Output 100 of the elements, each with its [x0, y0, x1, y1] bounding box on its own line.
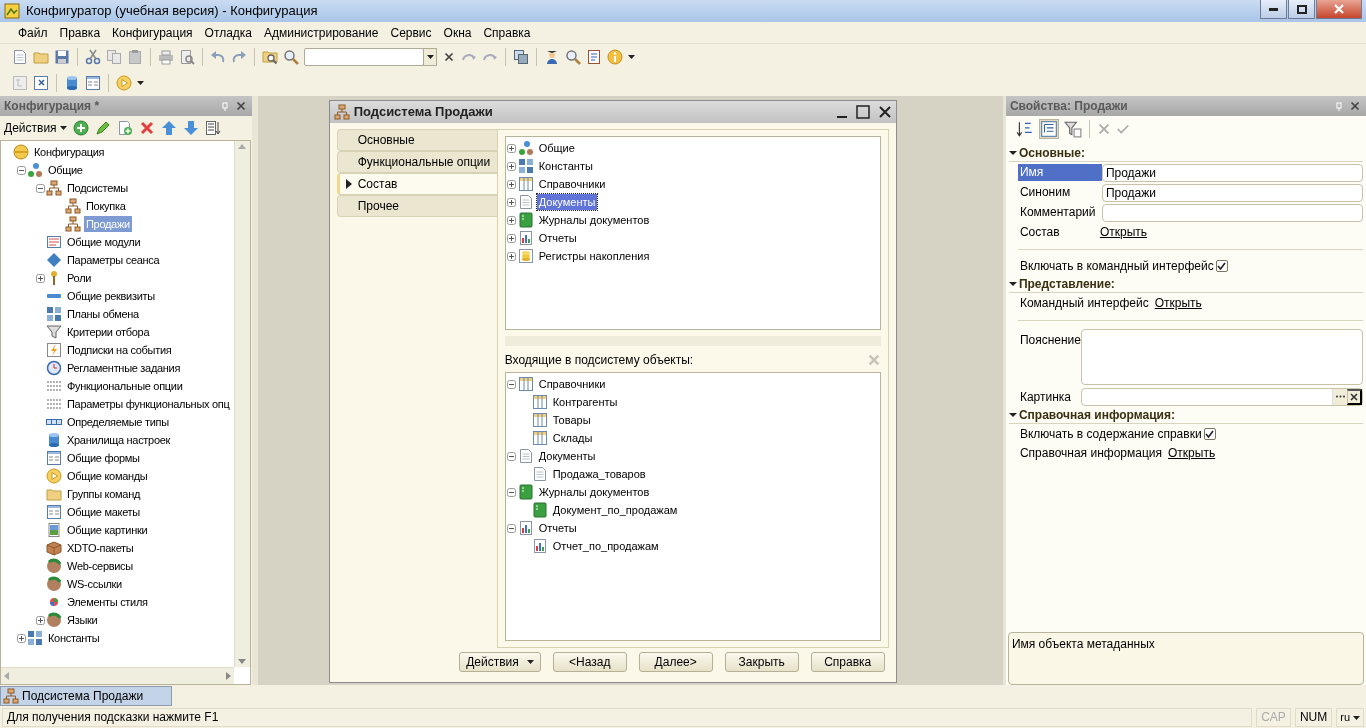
tab[interactable]: Прочее [336, 195, 497, 217]
tree-toggle[interactable] [507, 215, 517, 225]
tree-item[interactable]: Параметры функциональных опц [65, 396, 232, 412]
dialog-button[interactable]: Закрыть [724, 652, 799, 672]
person-icon[interactable] [544, 49, 560, 65]
grid-icon[interactable] [33, 75, 49, 91]
tree-item[interactable]: Покупка [84, 198, 128, 214]
tree-item[interactable]: Критерии отбора [65, 324, 152, 340]
tree-item[interactable]: XDTO-пакеты [65, 540, 136, 556]
tree-item[interactable]: Общие [46, 162, 85, 178]
info-icon[interactable] [607, 49, 623, 65]
section-toggle[interactable] [1008, 148, 1017, 157]
tree-toggle[interactable] [507, 379, 517, 389]
page-icon[interactable] [586, 49, 602, 65]
tree-item[interactable]: Хранилища настроек [65, 432, 173, 448]
folder-search-icon[interactable] [262, 49, 278, 65]
menu-item[interactable]: Конфигурация [106, 23, 199, 42]
menu-item[interactable]: Справка [477, 23, 537, 42]
tree-item[interactable]: Отчет_по_продажам [550, 538, 661, 554]
tree-toggle[interactable] [507, 179, 517, 189]
dialog-button[interactable]: Действия [459, 652, 541, 672]
play-icon[interactable] [116, 75, 132, 91]
picture-field[interactable] [1081, 387, 1363, 406]
menu-item[interactable]: Сервис [384, 23, 438, 42]
tree-item[interactable]: WS-ссылки [65, 576, 124, 592]
open-link[interactable]: Открыть [1099, 222, 1148, 241]
tree-item[interactable]: Языки [65, 612, 100, 628]
tree-item[interactable]: Функциональные опции [65, 378, 185, 394]
horizontal-scrollbar[interactable] [1, 667, 234, 684]
tree-item[interactable]: Роли [65, 270, 94, 286]
tree-item[interactable]: Константы [536, 158, 595, 174]
add-document-icon[interactable] [116, 120, 133, 136]
tree-toggle[interactable] [507, 451, 517, 461]
filter-icon[interactable] [1063, 120, 1082, 138]
language-selector[interactable]: ru [1336, 708, 1364, 727]
tree-item[interactable]: Группы команд [65, 486, 143, 502]
tab[interactable]: Основные [336, 129, 497, 151]
print-preview-icon[interactable] [179, 49, 195, 65]
tree-item[interactable]: Элементы стиля [65, 594, 150, 610]
tree-item[interactable]: Отчеты [536, 230, 579, 246]
tree-item[interactable]: Документ_по_продажам [550, 502, 680, 518]
dialog-button[interactable]: Справка [810, 652, 885, 672]
tree-item[interactable]: Документы [536, 448, 598, 464]
printer-icon[interactable] [158, 49, 174, 65]
menu-item[interactable]: Отладка [198, 23, 259, 42]
menu-item[interactable]: Файл [12, 23, 54, 42]
delete-icon[interactable] [138, 120, 155, 136]
save-icon[interactable] [54, 49, 70, 65]
down-arrow-icon[interactable] [182, 120, 199, 136]
tree-toggle[interactable] [16, 165, 26, 175]
section-toggle[interactable] [1008, 279, 1017, 288]
tab[interactable]: Функциональные опции [336, 151, 497, 173]
taskbar-button[interactable]: Подсистема Продажи [0, 686, 172, 706]
dialog-button[interactable]: <Назад [552, 652, 627, 672]
tree-item[interactable]: Планы обмена [65, 306, 141, 322]
tree-item[interactable]: Журналы документов [536, 484, 652, 500]
tree-item[interactable]: Контрагенты [550, 394, 620, 410]
tree-item[interactable]: Общие команды [65, 468, 150, 484]
clear-button[interactable] [1347, 388, 1362, 405]
menu-item[interactable]: Окна [437, 23, 478, 42]
clear-icon[interactable] [442, 50, 456, 64]
vertical-scrollbar[interactable] [233, 141, 250, 667]
pencil-icon[interactable] [94, 120, 111, 136]
tree-item[interactable]: Параметры сеанса [65, 252, 162, 268]
add-icon[interactable] [72, 120, 89, 136]
tree-toggle[interactable] [35, 183, 45, 193]
checkbox[interactable] [1215, 259, 1228, 272]
magnifier-icon[interactable] [565, 49, 581, 65]
close-icon[interactable] [1348, 99, 1362, 113]
tree-item[interactable]: Документы [536, 194, 598, 210]
tree-item[interactable]: Подписки на события [65, 342, 174, 358]
dropdown-button[interactable] [423, 48, 437, 66]
close-button[interactable] [1316, 0, 1362, 19]
tab[interactable]: Состав [336, 173, 497, 195]
new-document-icon[interactable] [12, 49, 28, 65]
tree-toggle[interactable] [16, 633, 26, 643]
section-toggle[interactable] [1008, 410, 1017, 419]
tree-item[interactable]: Продажа_товаров [550, 466, 648, 482]
tree-toggle[interactable] [507, 143, 517, 153]
form-icon[interactable] [85, 75, 101, 91]
tree-toggle[interactable] [507, 523, 517, 533]
tree-item[interactable]: Регламентные задания [65, 360, 183, 376]
tree-item[interactable]: Справочники [536, 176, 608, 192]
tree-toggle[interactable] [507, 251, 517, 261]
category-icon[interactable] [1039, 120, 1058, 138]
tree-toggle[interactable] [35, 273, 45, 283]
open-link[interactable]: Открыть [1168, 443, 1216, 462]
windows-icon[interactable] [513, 49, 529, 65]
undo-icon[interactable] [210, 49, 226, 65]
sort-icon[interactable] [1015, 120, 1034, 138]
tree-item[interactable]: Конфигурация [32, 144, 107, 160]
tree-toggle[interactable] [507, 233, 517, 243]
input-field[interactable] [1101, 203, 1363, 222]
up-arrow-icon[interactable] [160, 120, 177, 136]
input-field[interactable]: Продажи [1101, 163, 1363, 182]
tree-item[interactable]: Общие [536, 140, 577, 156]
input-field[interactable]: Продажи [1101, 183, 1363, 202]
tree-item[interactable]: Константы [46, 630, 102, 646]
tree-item[interactable]: Общие картинки [65, 522, 150, 538]
tree-item[interactable]: Склады [550, 430, 595, 446]
